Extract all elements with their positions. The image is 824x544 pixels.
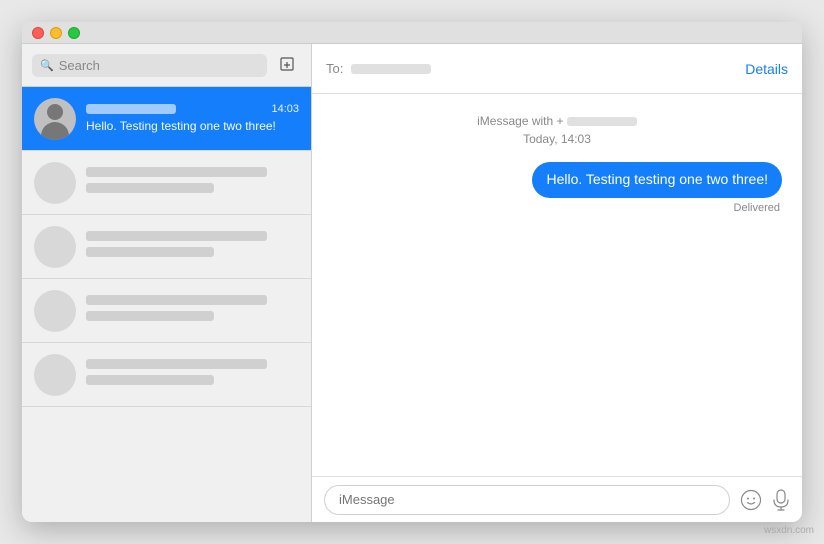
thread-label: iMessage with + <box>477 114 637 128</box>
conversation-item[interactable] <box>22 215 311 279</box>
conversation-item[interactable] <box>22 343 311 407</box>
chat-area: To: Details iMessage with + Today, 14:03… <box>312 44 802 522</box>
compose-button[interactable] <box>275 52 301 78</box>
search-icon: 🔍 <box>40 59 54 72</box>
placeholder-bar <box>86 311 214 321</box>
minimize-button[interactable] <box>50 27 62 39</box>
microphone-button[interactable] <box>772 489 790 511</box>
sidebar-header: 🔍 Search <box>22 44 311 87</box>
search-placeholder: Search <box>59 58 100 73</box>
conversation-item[interactable] <box>22 279 311 343</box>
placeholder-bar <box>86 295 267 305</box>
messages-area: iMessage with + Today, 14:03 Hello. Test… <box>312 94 802 476</box>
contact-name-bar <box>86 104 176 114</box>
avatar <box>34 98 76 140</box>
avatar <box>34 226 76 268</box>
placeholder-bar <box>86 359 267 369</box>
placeholder-bar <box>86 167 267 177</box>
avatar <box>34 354 76 396</box>
placeholder-bar <box>86 247 214 257</box>
watermark: wsxdn.com <box>764 525 814 536</box>
title-bar <box>22 22 802 44</box>
avatar <box>34 290 76 332</box>
message-row: Hello. Testing testing one two three! <box>332 162 782 198</box>
close-button[interactable] <box>32 27 44 39</box>
input-bar <box>312 476 802 522</box>
main-content: 🔍 Search <box>22 44 802 522</box>
preview-text: Hello. Testing testing one two three! <box>86 118 299 135</box>
conversation-item[interactable]: 14:03 Hello. Testing testing one two thr… <box>22 87 311 151</box>
placeholder-bar <box>86 231 267 241</box>
thread-time: Today, 14:03 <box>523 132 591 146</box>
conversation-info <box>86 167 299 199</box>
placeholder-bar <box>86 375 214 385</box>
contact-redacted <box>567 117 637 126</box>
delivered-label: Delivered <box>332 202 782 214</box>
conversation-list: 14:03 Hello. Testing testing one two thr… <box>22 87 311 522</box>
emoji-button[interactable] <box>740 489 762 511</box>
avatar-person <box>34 98 76 140</box>
avatar-head <box>47 104 63 120</box>
message-bubble: Hello. Testing testing one two three! <box>532 162 782 198</box>
avatar <box>34 162 76 204</box>
conversation-item[interactable] <box>22 151 311 215</box>
sidebar: 🔍 Search <box>22 44 312 522</box>
conversation-info <box>86 295 299 327</box>
to-contact-bar <box>351 64 431 74</box>
messages-window: 🔍 Search <box>22 22 802 522</box>
conversation-top: 14:03 <box>86 103 299 115</box>
details-button[interactable]: Details <box>745 61 788 77</box>
conversation-info: 14:03 Hello. Testing testing one two thr… <box>86 103 299 135</box>
avatar-body <box>41 122 69 140</box>
search-bar[interactable]: 🔍 Search <box>32 54 267 77</box>
placeholder-bar <box>86 183 214 193</box>
to-line: To: <box>326 61 431 76</box>
conversation-info <box>86 359 299 391</box>
conversation-info <box>86 231 299 263</box>
message-input[interactable] <box>324 485 730 515</box>
maximize-button[interactable] <box>68 27 80 39</box>
chat-header: To: Details <box>312 44 802 94</box>
time-label: 14:03 <box>271 103 299 115</box>
to-label: To: <box>326 61 343 76</box>
